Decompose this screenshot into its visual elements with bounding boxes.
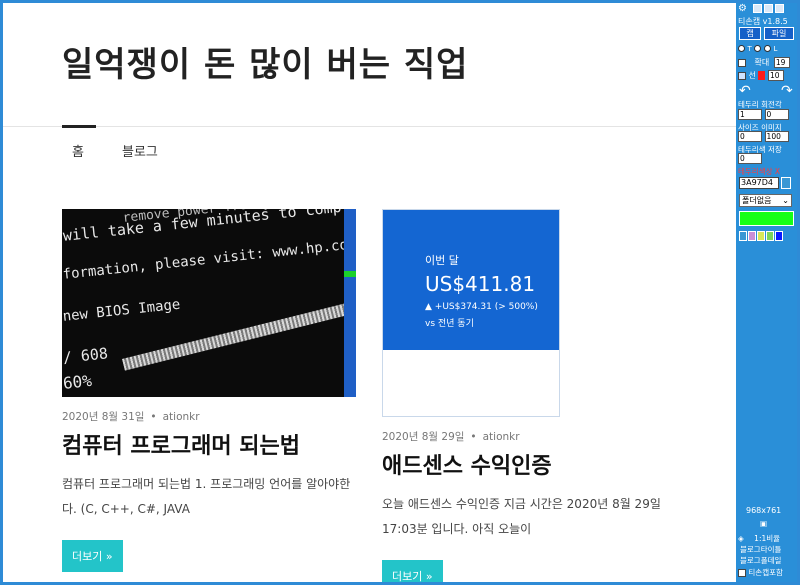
post-meta: 2020년 8월 31일 • ationkr — [62, 411, 200, 423]
radio-option[interactable] — [754, 45, 762, 52]
border-input[interactable]: 1 — [738, 109, 762, 120]
adsense-card: 이번 달 US$411.81 ▲ +US$374.31 (> 500%) vs … — [383, 210, 559, 350]
radio-label: T — [747, 45, 752, 53]
save-input[interactable]: 0 — [738, 153, 762, 164]
folder-select-value: 폴더없음 — [742, 196, 772, 205]
border-rotate-inputs: 1 0 — [738, 109, 789, 120]
post-title[interactable]: 컴퓨터 프로그래머 되는법 — [62, 428, 358, 460]
minimize-icon[interactable] — [752, 4, 762, 13]
ratio-row: ◈ 1:1비율 — [738, 533, 780, 544]
always-on-label: 티손캡포함 — [748, 568, 783, 577]
palette-swatch[interactable] — [739, 231, 747, 241]
line-row: 선 10 — [738, 70, 785, 81]
post-author[interactable]: ationkr — [483, 431, 520, 443]
post-thumbnail[interactable]: remove power from your computer during w… — [62, 209, 356, 397]
thumb-side-bar — [344, 209, 356, 397]
open-file-link[interactable]: 블로그폴데일 — [740, 555, 781, 566]
redo-icon[interactable]: ↷ — [781, 83, 793, 99]
label: 회전각 — [761, 100, 782, 109]
label: 저장 — [768, 145, 782, 154]
label[interactable]: X — [775, 167, 780, 176]
nav-divider — [3, 126, 736, 127]
border-color-label: 테두리색상 X — [738, 166, 780, 177]
post-date[interactable]: 2020년 8월 31일 — [62, 411, 144, 423]
palette-swatch[interactable] — [775, 231, 783, 241]
card-compare: vs 전년 동기 — [425, 319, 474, 329]
open-folder-link[interactable]: 블로그타이틀 — [740, 544, 781, 555]
highlight-color-bar[interactable] — [739, 211, 794, 226]
line-checkbox[interactable] — [738, 71, 746, 80]
gear-icon[interactable]: ⚙ — [738, 3, 747, 14]
radio-label: L — [773, 45, 778, 53]
image-input[interactable]: 100 — [764, 131, 789, 142]
post-excerpt: 컴퓨터 프로그래머 되는법 1. 프로그래밍 언어를 알아야한다. (C, C+… — [62, 477, 351, 516]
thumb-text: 60% — [62, 370, 93, 393]
line-value[interactable]: 10 — [768, 70, 785, 81]
palette-swatch[interactable] — [766, 231, 774, 241]
radio-option[interactable] — [738, 45, 745, 52]
tool-title: 티손캡 v1.8.5 — [738, 17, 788, 26]
chevron-down-icon: ⌄ — [782, 196, 789, 205]
read-more-button[interactable]: 더보기 » — [382, 560, 443, 582]
palette-swatch[interactable] — [757, 231, 765, 241]
label: 테두리 — [738, 100, 759, 109]
file-button[interactable]: 파일 — [764, 27, 794, 40]
cube-icon[interactable]: ▣ — [760, 519, 767, 528]
ratio-label[interactable]: 1:1비율 — [754, 534, 780, 543]
size-input[interactable]: 0 — [738, 131, 762, 142]
hex-color-swatch[interactable] — [781, 177, 791, 189]
thumb-text: / 608 — [62, 344, 109, 367]
radio-option[interactable] — [763, 45, 771, 52]
rotate-input[interactable]: 0 — [764, 109, 789, 120]
save-input-row: 0 — [738, 153, 762, 164]
capture-button[interactable]: 캡 — [739, 27, 761, 40]
site-title[interactable]: 일억쟁이 돈 많이 버는 직업 — [62, 37, 468, 86]
color-palette — [739, 231, 784, 243]
post-date[interactable]: 2020년 8월 29일 — [382, 431, 464, 443]
card-label: 이번 달 — [425, 254, 459, 267]
cube-icon[interactable]: ◈ — [738, 534, 744, 543]
zoom-value[interactable]: 19 — [773, 57, 790, 68]
post-author[interactable]: ationkr — [163, 411, 200, 423]
thumb-text: new BIOS Image — [62, 296, 182, 325]
zoom-checkbox[interactable] — [738, 58, 746, 67]
post-card: remove power from your computer during w… — [62, 209, 358, 572]
post-title[interactable]: 애드센스 수익인증 — [382, 448, 682, 480]
undo-icon[interactable]: ↶ — [739, 83, 751, 99]
close-icon[interactable] — [774, 4, 784, 13]
maximize-icon[interactable] — [763, 4, 773, 13]
always-on-row: 티손캡포함 — [738, 567, 783, 578]
line-color-swatch[interactable] — [758, 71, 766, 80]
label: 테두리색상 — [738, 167, 773, 176]
always-on-checkbox[interactable] — [738, 569, 746, 577]
nav-item-home[interactable]: 홈 — [72, 141, 84, 160]
folder-select[interactable]: 폴더없음 ⌄ — [739, 194, 792, 207]
post-thumbnail[interactable]: 이번 달 US$411.81 ▲ +US$374.31 (> 500%) vs … — [382, 209, 560, 417]
post-excerpt: 오늘 애드센스 수익인증 지금 시간은 2020년 8월 29일 17:03분 … — [382, 497, 661, 536]
resolution-text: 968x761 — [746, 506, 782, 515]
post-meta: 2020년 8월 29일 • ationkr — [382, 431, 520, 443]
nav-active-indicator — [62, 125, 96, 128]
read-more-button[interactable]: 더보기 » — [62, 540, 123, 572]
blog-page: 일억쟁이 돈 많이 버는 직업 홈 블로그 remove power from … — [3, 3, 736, 582]
card-amount: US$411.81 — [425, 272, 536, 296]
tool-titlebar: ⚙ — [738, 4, 796, 14]
card-change: ▲ +US$374.31 (> 500%) — [425, 302, 538, 312]
zoom-row: 확대 19 — [738, 57, 790, 68]
hex-color-input[interactable]: 3A97D4 — [739, 177, 779, 189]
nav-item-blog[interactable]: 블로그 — [122, 141, 158, 160]
line-label: 선 — [748, 71, 756, 80]
capture-tool-panel: ⚙ 티손캡 v1.8.5 캡 파일 T L 확대 19 선 10 ↶ ↷ 테두리… — [736, 3, 797, 582]
palette-swatch[interactable] — [748, 231, 756, 241]
post-card: 이번 달 US$411.81 ▲ +US$374.31 (> 500%) vs … — [382, 209, 682, 582]
zoom-label: 확대 — [754, 58, 770, 67]
mode-radios: T L — [738, 44, 777, 53]
size-image-inputs: 0 100 — [738, 131, 789, 142]
thumb-text: will take a few minutes to complete. — [62, 209, 356, 245]
